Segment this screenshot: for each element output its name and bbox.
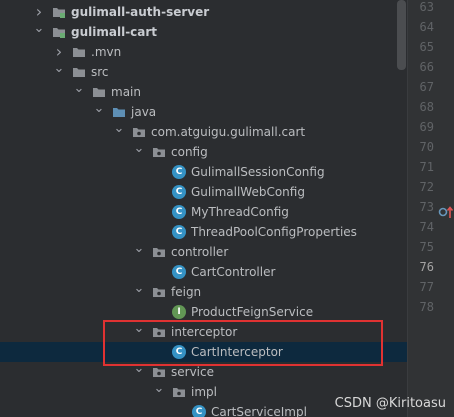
- tree-item[interactable]: C GulimallWebConfig: [0, 182, 407, 202]
- tree-item-label: ThreadPoolConfigProperties: [191, 225, 357, 239]
- module-folder-icon: [52, 5, 66, 19]
- line-number: 72: [419, 180, 434, 194]
- tree-item[interactable]: ⌄ com.atguigu.gulimall.cart: [0, 122, 407, 142]
- chevron-down-icon[interactable]: ⌄: [152, 382, 166, 402]
- tree-item[interactable]: C CartInterceptor: [0, 342, 407, 362]
- line-number: 74: [419, 220, 434, 234]
- tree-item[interactable]: › gulimall-auth-server: [0, 2, 407, 22]
- tree-item[interactable]: ⌄ feign: [0, 282, 407, 302]
- chevron-down-icon[interactable]: ⌄: [132, 322, 146, 342]
- tree-item-label: .mvn: [91, 45, 122, 59]
- source-folder-icon: [112, 105, 126, 119]
- tree-item-label: MyThreadConfig: [191, 205, 289, 219]
- line-number: 71: [419, 160, 434, 174]
- package-icon: [152, 145, 166, 159]
- line-number: 69: [419, 120, 434, 134]
- tree-item-label: main: [111, 85, 141, 99]
- line-number: 77: [419, 280, 434, 294]
- line-number: 75: [419, 240, 434, 254]
- folder-icon: [92, 85, 106, 99]
- tree-item[interactable]: C MyThreadConfig: [0, 202, 407, 222]
- tree-item[interactable]: ⌄ interceptor: [0, 322, 407, 342]
- tree-item[interactable]: C ThreadPoolConfigProperties: [0, 222, 407, 242]
- folder-icon: [72, 45, 86, 59]
- chevron-down-icon[interactable]: ⌄: [132, 362, 146, 382]
- class-icon: C: [172, 345, 186, 359]
- tree-item-label: gulimall-cart: [71, 25, 158, 39]
- chevron-down-icon[interactable]: ⌄: [132, 242, 146, 262]
- tree-item-label: GulimallSessionConfig: [191, 165, 325, 179]
- line-number: 64: [419, 20, 434, 34]
- chevron-down-icon[interactable]: ⌄: [92, 102, 106, 122]
- module-folder-icon: [52, 25, 66, 39]
- chevron-down-icon[interactable]: ⌄: [132, 142, 146, 162]
- chevron-down-icon[interactable]: ⌄: [112, 122, 126, 142]
- editor-gutter: 63 64 65 66 67 68 69 70 71 72 73 74 75 76 77 78: [407, 0, 454, 417]
- line-number: 73: [419, 200, 434, 214]
- line-number: 68: [419, 100, 434, 114]
- tree-item[interactable]: I ProductFeignService: [0, 302, 407, 322]
- tree-item[interactable]: ⌄ service: [0, 362, 407, 382]
- line-number: 78: [419, 300, 434, 314]
- package-icon: [152, 365, 166, 379]
- tree-item-label: com.atguigu.gulimall.cart: [151, 125, 306, 139]
- folder-icon: [72, 65, 86, 79]
- vertical-scrollbar[interactable]: [397, 0, 406, 70]
- line-number: 66: [419, 60, 434, 74]
- tree-item[interactable]: C CartController: [0, 262, 407, 282]
- chevron-down-icon[interactable]: ⌄: [32, 22, 46, 42]
- tree-item-label: ProductFeignService: [191, 305, 314, 319]
- line-number: 76: [419, 260, 434, 274]
- class-icon: C: [172, 185, 186, 199]
- chevron-down-icon[interactable]: ⌄: [132, 282, 146, 302]
- class-icon: C: [172, 225, 186, 239]
- line-number: 67: [419, 80, 434, 94]
- chevron-right-icon[interactable]: ›: [52, 42, 66, 62]
- watermark: CSDN @Kiritoasu: [334, 396, 446, 411]
- tree-item-label: impl: [191, 385, 217, 399]
- tree-item-label: controller: [171, 245, 229, 259]
- tree-item[interactable]: ⌄ main: [0, 82, 407, 102]
- chevron-down-icon[interactable]: ⌄: [52, 62, 66, 82]
- tree-item[interactable]: C GulimallSessionConfig: [0, 162, 407, 182]
- line-number: 65: [419, 40, 434, 54]
- package-icon: [152, 285, 166, 299]
- package-icon: [172, 385, 186, 399]
- package-icon: [152, 325, 166, 339]
- class-icon: C: [172, 265, 186, 279]
- chevron-down-icon[interactable]: ⌄: [72, 82, 86, 102]
- project-tree-panel: › gulimall-auth-server ⌄ gulimall-cart › .mvn…: [0, 0, 407, 417]
- class-icon: C: [172, 165, 186, 179]
- tree-item-label: src: [91, 65, 109, 79]
- tree-item-label: service: [171, 365, 214, 379]
- package-icon: [152, 245, 166, 259]
- tree-item-label: CartController: [191, 265, 276, 279]
- override-method-icon[interactable]: [438, 204, 454, 220]
- tree-item-label: CartInterceptor: [191, 345, 283, 359]
- tree-item[interactable]: ⌄ gulimall-cart: [0, 22, 407, 42]
- tree-item[interactable]: ⌄ java: [0, 102, 407, 122]
- tree-item-label: config: [171, 145, 208, 159]
- tree-item[interactable]: ⌄ config: [0, 142, 407, 162]
- tree-item-label: GulimallWebConfig: [191, 185, 305, 199]
- interface-icon: I: [172, 305, 186, 319]
- package-icon: [132, 125, 146, 139]
- tree-item-label: gulimall-auth-server: [71, 5, 210, 19]
- tree-item-label: java: [131, 105, 157, 119]
- tree-item[interactable]: ⌄ controller: [0, 242, 407, 262]
- line-number: 70: [419, 140, 434, 154]
- class-icon: C: [172, 205, 186, 219]
- tree-item[interactable]: › .mvn: [0, 42, 407, 62]
- chevron-right-icon[interactable]: ›: [32, 2, 46, 22]
- tree-item-label: feign: [171, 285, 202, 299]
- class-icon: C: [192, 405, 206, 417]
- line-number: 63: [419, 0, 434, 14]
- tree-item-label: CartServiceImpl: [211, 405, 307, 417]
- tree-item[interactable]: ⌄ src: [0, 62, 407, 82]
- tree-item-label: interceptor: [171, 325, 238, 339]
